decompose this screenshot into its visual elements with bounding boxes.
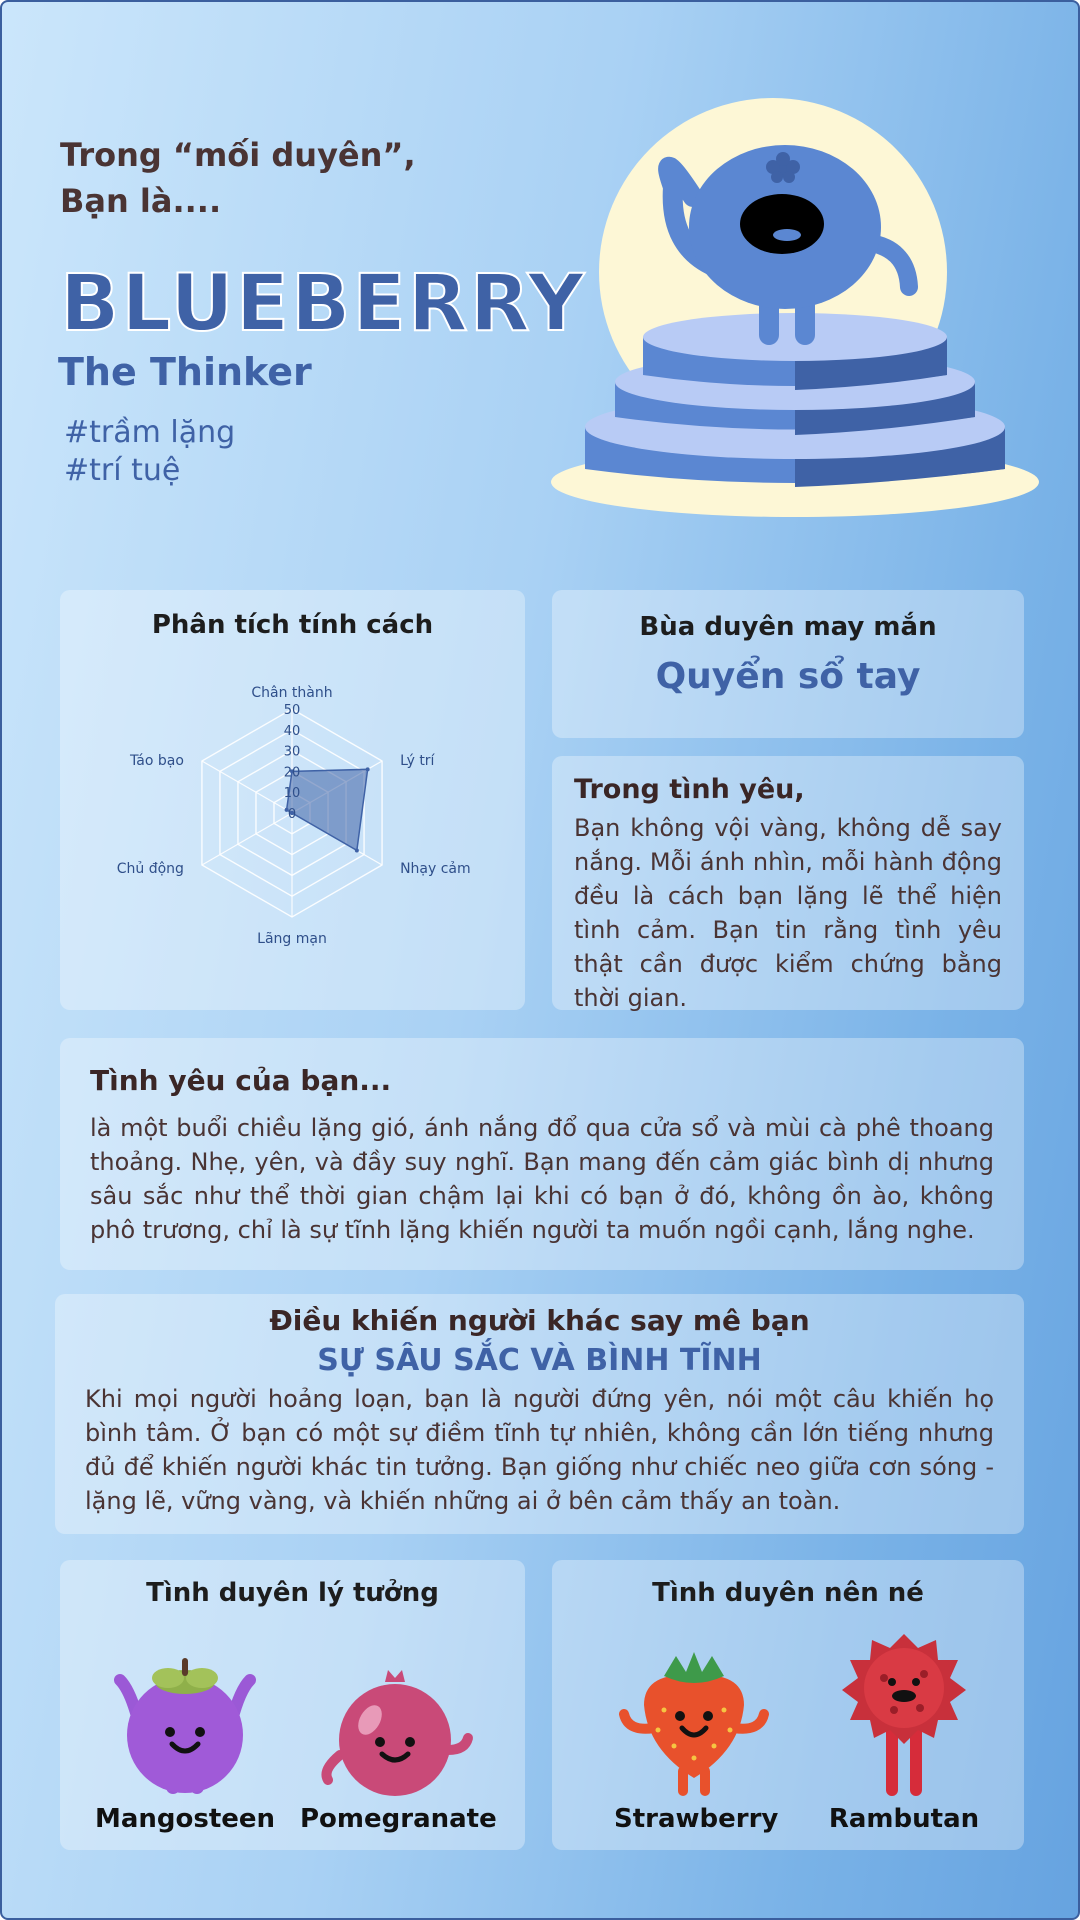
result-page: Trong “mối duyên”, Bạn là.... BLUEBERRY … bbox=[0, 0, 1080, 1920]
your-love-text: là một buổi chiều lặng gió, ánh nắng đổ … bbox=[90, 1114, 994, 1244]
fruit-mangosteen: Mangosteen bbox=[90, 1650, 280, 1834]
intro-line-1: Trong “mối duyên”, bbox=[60, 136, 416, 174]
mangosteen-icon bbox=[114, 1658, 256, 1794]
radar-spoke bbox=[201, 812, 293, 866]
avoid-match-title: Tình duyên nên né bbox=[652, 1578, 924, 1608]
fruit-rambutan: Rambutan bbox=[814, 1630, 994, 1834]
blueberry-on-podium-illustration bbox=[551, 98, 1039, 517]
radar-data-point bbox=[354, 848, 359, 853]
attraction-title: Điều khiến người khác say mê bạn bbox=[269, 1304, 810, 1337]
radar-data-polygon bbox=[285, 768, 369, 852]
in-love-text: Bạn không vội vàng, không dễ say nắng. M… bbox=[574, 814, 1002, 1012]
in-love-card: Trong tình yêu, Bạn không vội vàng, khôn… bbox=[552, 756, 1024, 1012]
result-name: BLUEBERRY bbox=[59, 259, 587, 349]
strawberry-icon bbox=[619, 1652, 769, 1796]
in-love-title: Trong tình yêu, bbox=[574, 774, 805, 805]
personality-radar-chart: 0 10 20 30 40 50 Chân thành Lý trí Nhạy cảm Lãng … bbox=[117, 685, 471, 947]
fruit-strawberry: Strawberry bbox=[614, 1650, 779, 1834]
radar-tick-label: 20 bbox=[284, 765, 301, 780]
intro-text: Trong “mối duyên”, Bạn là.... bbox=[60, 132, 416, 224]
fruit-pomegranate: Pomegranate bbox=[300, 1660, 497, 1834]
pomegranate-icon bbox=[321, 1670, 473, 1796]
ideal-match-title: Tình duyên lý tưởng bbox=[146, 1578, 439, 1608]
radar-spoke bbox=[201, 760, 293, 814]
radar-tick-label: 40 bbox=[284, 724, 301, 739]
lucky-charm-value: Quyển sổ tay bbox=[655, 656, 921, 697]
radar-tick-label: 10 bbox=[284, 786, 301, 801]
personality-analysis-card: Phân tích tính cách 0 10 20 30 40 50 Chân thàn… bbox=[60, 590, 525, 1010]
lucky-charm-title: Bùa duyên may mắn bbox=[639, 612, 937, 642]
attraction-text: Khi mọi người hoảng loạn, bạn là người đ… bbox=[85, 1385, 994, 1515]
radar-axis-label: Nhạy cảm bbox=[400, 861, 471, 877]
fruit-name-pomegranate: Pomegranate bbox=[300, 1804, 497, 1834]
ideal-match-card: Tình duyên lý tưởng Mangosteen Pomegrana… bbox=[60, 1560, 525, 1850]
lucky-charm-card: Bùa duyên may mắn Quyển sổ tay bbox=[552, 590, 1024, 738]
attraction-card: Điều khiến người khác say mê bạn SỰ SÂU … bbox=[55, 1294, 1024, 1534]
radar-data-point bbox=[365, 767, 370, 772]
fruit-name-rambutan: Rambutan bbox=[828, 1804, 980, 1834]
radar-tick-label: 50 bbox=[284, 703, 301, 718]
intro-line-2: Bạn là.... bbox=[60, 182, 222, 220]
personality-analysis-title: Phân tích tính cách bbox=[151, 610, 434, 640]
fruit-name-mangosteen: Mangosteen bbox=[94, 1804, 276, 1834]
tag-1: #trầm lặng bbox=[64, 415, 236, 450]
radar-axis-label: Chân thành bbox=[251, 685, 332, 701]
your-love-card: Tình yêu của bạn... là một buổi chiều lặ… bbox=[60, 1038, 1024, 1270]
radar-axis-label: Chủ động bbox=[117, 861, 184, 877]
rambutan-icon bbox=[842, 1634, 966, 1796]
your-love-title: Tình yêu của bạn... bbox=[90, 1064, 392, 1097]
tag-2: #trí tuệ bbox=[64, 453, 181, 488]
radar-tick-label: 0 bbox=[288, 807, 296, 822]
avoid-match-card: Tình duyên nên né Strawberry Rambutan bbox=[552, 1560, 1024, 1850]
attraction-highlight: SỰ SÂU SẮC VÀ BÌNH TĨNH bbox=[317, 1343, 762, 1378]
radar-axis-label: Lãng mạn bbox=[257, 931, 327, 947]
result-subtitle: The Thinker bbox=[58, 350, 312, 394]
radar-axis-label: Lý trí bbox=[400, 753, 435, 769]
result-tags: #trầm lặng #trí tuệ bbox=[64, 414, 235, 490]
radar-tick-label: 30 bbox=[284, 745, 301, 760]
radar-axis-label: Táo bạo bbox=[129, 753, 184, 769]
fruit-name-strawberry: Strawberry bbox=[614, 1804, 779, 1834]
